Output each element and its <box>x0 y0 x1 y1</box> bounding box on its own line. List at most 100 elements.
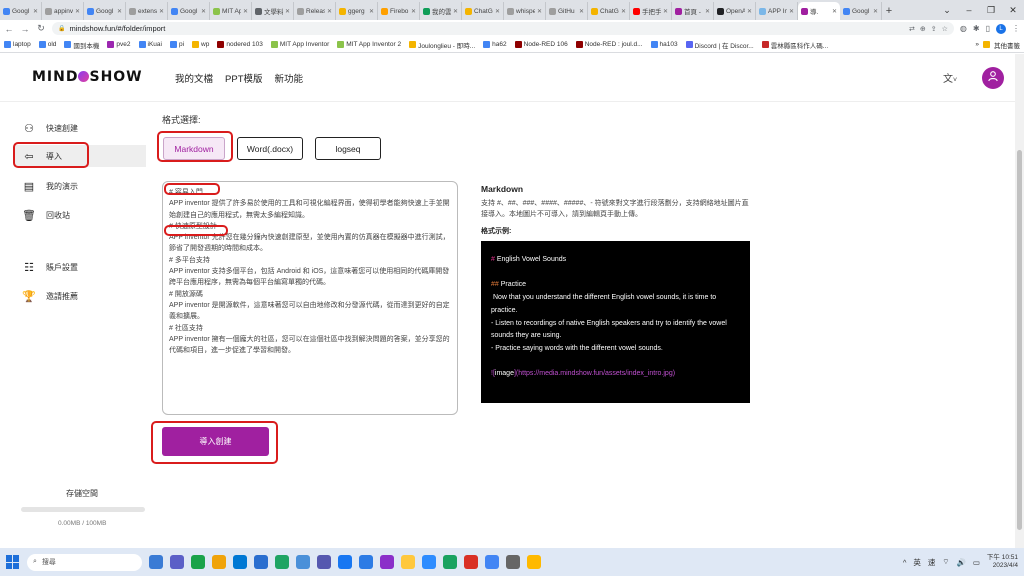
browser-tab[interactable]: GitHu ✕ <box>546 2 588 20</box>
browser-tab[interactable]: 首頁 - ✕ <box>672 2 714 20</box>
ime-mode[interactable]: 速 <box>928 557 936 568</box>
nav-my-docs[interactable]: 我的文檔 <box>175 71 213 85</box>
logo[interactable]: MIND SHOW <box>32 69 143 85</box>
browser-tab[interactable]: Googl ✕ <box>840 2 882 20</box>
tab-close-icon[interactable]: ✕ <box>117 8 122 15</box>
browser-tab[interactable]: 手把手 ✕ <box>630 2 672 20</box>
bookmark-item[interactable]: MIT App Inventor <box>270 41 329 48</box>
taskbar-app-icon[interactable] <box>338 555 352 569</box>
share-icon[interactable]: ⇪ <box>931 25 937 33</box>
browser-tab[interactable]: Releas ✕ <box>294 2 336 20</box>
sidebar-item-import[interactable]: ⇦ 導入 <box>14 145 146 167</box>
bookmark-item[interactable]: nodered 103 <box>217 41 263 48</box>
format-markdown-button[interactable]: Markdown <box>163 137 225 160</box>
browser-tab[interactable]: Googl ✕ <box>168 2 210 20</box>
back-icon[interactable]: ← <box>4 24 14 34</box>
tab-close-icon[interactable]: ✕ <box>832 8 837 15</box>
extension-icon[interactable]: ◍ <box>960 24 967 33</box>
taskbar-app-icon[interactable] <box>380 555 394 569</box>
browser-tab[interactable]: appinv ✕ <box>42 2 84 20</box>
browser-tab[interactable]: 導. ✕ <box>798 2 840 20</box>
browser-tab[interactable]: MIT Ap ✕ <box>210 2 252 20</box>
taskbar-app-icon[interactable] <box>401 555 415 569</box>
bookmark-item[interactable]: ha62 <box>483 41 507 48</box>
bookmark-item[interactable]: laptop <box>4 41 31 48</box>
sidebar-item-referral[interactable]: 🏆 邀請推薦 <box>14 285 146 307</box>
taskbar-app-icon[interactable] <box>443 555 457 569</box>
tab-close-icon[interactable]: ✕ <box>411 8 416 15</box>
browser-tab[interactable]: APP In ✕ <box>756 2 798 20</box>
browser-tab[interactable]: Googl ✕ <box>0 2 42 20</box>
tab-close-icon[interactable]: ✕ <box>75 8 80 15</box>
browser-menu-icon[interactable]: ⋮ <box>1012 24 1020 33</box>
tray-overflow-icon[interactable]: ^ <box>903 558 907 567</box>
maximize-icon[interactable]: ❐ <box>980 5 1002 16</box>
tab-close-icon[interactable]: ✕ <box>579 8 584 15</box>
tab-search-icon[interactable]: ⌄ <box>936 5 958 16</box>
browser-tab[interactable]: ChatG ✕ <box>588 2 630 20</box>
taskbar-app-icon[interactable] <box>212 555 226 569</box>
bookmark-item[interactable]: Node-RED 106 <box>514 41 568 48</box>
user-avatar[interactable] <box>982 67 1004 89</box>
taskbar-app-icon[interactable] <box>233 555 247 569</box>
extensions-puzzle-icon[interactable]: ✱ <box>973 24 980 33</box>
markdown-editor[interactable]: # 容易入門 APP inventor 提供了許多易於使用的工具和可視化編程界面… <box>162 181 458 415</box>
bookmark-item[interactable]: old <box>38 41 56 48</box>
taskbar-app-icon[interactable] <box>422 555 436 569</box>
bookmark-item[interactable]: Joulonglieu - 即時... <box>409 40 475 50</box>
new-tab-button[interactable]: + <box>882 2 896 20</box>
bookmark-item[interactable]: wp <box>192 41 209 48</box>
side-panel-icon[interactable]: ▯ <box>986 24 990 33</box>
tab-close-icon[interactable]: ✕ <box>747 8 752 15</box>
zoom-icon[interactable]: ⊕ <box>920 25 926 33</box>
tab-close-icon[interactable]: ✕ <box>621 8 626 15</box>
tab-close-icon[interactable]: ✕ <box>33 8 38 15</box>
sidebar-item-account-settings[interactable]: ☷ 賬戶設置 <box>14 256 146 278</box>
taskbar-app-icon[interactable] <box>296 555 310 569</box>
taskbar-app-icon[interactable] <box>275 555 289 569</box>
bookmark-item[interactable]: Node-RED : joul.d... <box>575 41 643 48</box>
bookmark-item[interactable]: 雲林縣區科作人碼... <box>761 40 828 50</box>
scrollbar-thumb[interactable] <box>1017 150 1022 530</box>
url-bar[interactable]: 🔒 mindshow.fun/#/folder/import ⇄ ⊕ ⇪ ☆ <box>52 22 954 35</box>
tab-close-icon[interactable]: ✕ <box>873 8 878 15</box>
battery-icon[interactable]: ▭ <box>973 558 980 567</box>
bookmark-item[interactable]: pve2 <box>107 41 131 48</box>
taskbar-app-icon[interactable] <box>464 555 478 569</box>
taskbar-app-icon[interactable] <box>254 555 268 569</box>
taskbar-app-icon[interactable] <box>506 555 520 569</box>
browser-tab[interactable]: 文學料 ✕ <box>252 2 294 20</box>
tab-close-icon[interactable]: ✕ <box>495 8 500 15</box>
clock[interactable]: 下午 10:51 2023/4/4 <box>987 554 1018 570</box>
taskbar-app-icon[interactable] <box>191 555 205 569</box>
taskbar-app-icon[interactable] <box>170 555 184 569</box>
bookmark-item[interactable]: ha103 <box>650 41 678 48</box>
bookmark-star-icon[interactable]: ☆ <box>942 25 948 33</box>
taskbar-app-icon[interactable] <box>149 555 163 569</box>
format-logseq-button[interactable]: logseq <box>315 137 381 160</box>
volume-icon[interactable]: 🔊 <box>956 558 965 567</box>
browser-tab[interactable]: OpenA ✕ <box>714 2 756 20</box>
tab-close-icon[interactable]: ✕ <box>663 8 668 15</box>
network-icon[interactable]: ⌔ <box>942 557 949 567</box>
minimize-icon[interactable]: – <box>958 5 980 15</box>
browser-tab[interactable]: Firebo ✕ <box>378 2 420 20</box>
reload-icon[interactable]: ↻ <box>36 23 46 34</box>
import-create-button[interactable]: 導入創建 <box>162 427 269 456</box>
bookmarks-more-button[interactable]: » <box>975 41 979 48</box>
nav-ppt-templates[interactable]: PPT模版 <box>225 71 262 85</box>
browser-tab[interactable]: Googl ✕ <box>84 2 126 20</box>
page-scrollbar[interactable] <box>1015 54 1024 548</box>
tab-close-icon[interactable]: ✕ <box>537 8 542 15</box>
taskbar-app-icon[interactable] <box>485 555 499 569</box>
tab-close-icon[interactable]: ✕ <box>369 8 374 15</box>
browser-tab[interactable]: extens ✕ <box>126 2 168 20</box>
nav-new-features[interactable]: 新功能 <box>275 71 304 85</box>
bookmark-item[interactable]: pi <box>169 41 184 48</box>
forward-icon[interactable]: → <box>20 24 30 34</box>
lock-icon[interactable]: 🔒 <box>58 25 65 32</box>
bookmark-item[interactable]: 國到本機 <box>64 40 99 50</box>
tab-close-icon[interactable]: ✕ <box>705 8 710 15</box>
tab-close-icon[interactable]: ✕ <box>159 8 164 15</box>
bookmark-item[interactable]: iKuai <box>138 41 162 48</box>
